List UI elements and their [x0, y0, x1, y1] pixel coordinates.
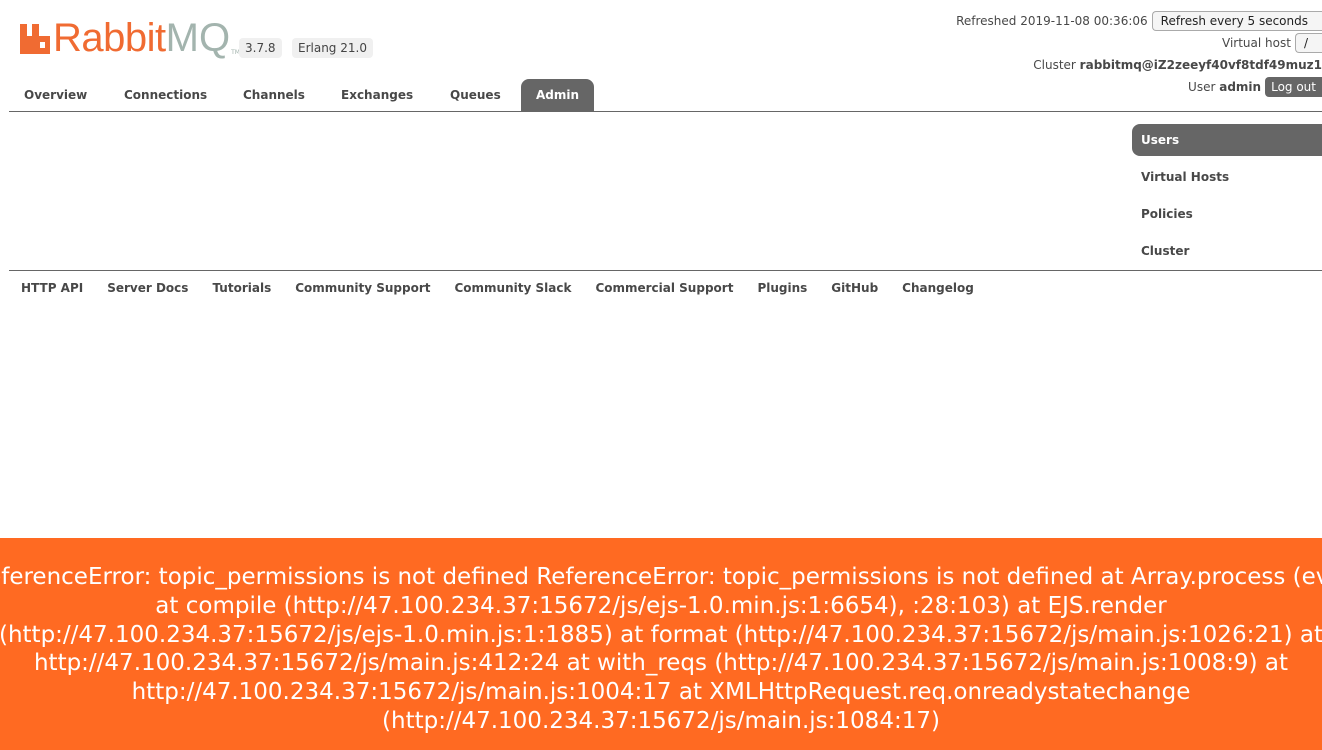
link-github[interactable]: GitHub — [831, 280, 878, 296]
logo-mq-text: MQ — [165, 16, 231, 60]
version-badge: 3.7.8 — [239, 38, 282, 58]
admin-sidebar: Users Virtual Hosts Policies Cluster — [1132, 124, 1322, 272]
tab-overview[interactable]: Overview — [9, 79, 102, 111]
main-tabs: Overview Connections Channels Exchanges … — [9, 79, 1322, 112]
tab-connections[interactable]: Connections — [109, 79, 222, 111]
link-changelog[interactable]: Changelog — [902, 280, 974, 296]
sidebar-item-policies[interactable]: Policies — [1132, 198, 1322, 230]
tab-admin[interactable]: Admin — [521, 79, 595, 111]
tab-queues[interactable]: Queues — [435, 79, 516, 111]
footer-links: HTTP API Server Docs Tutorials Community… — [21, 280, 974, 296]
vhost-label: Virtual host — [1222, 36, 1291, 50]
tab-channels[interactable]: Channels — [228, 79, 320, 111]
cluster-name: rabbitmq@iZ2zeeyf40vf8tdf49muz1 — [1079, 58, 1322, 72]
sidebar-item-virtual-hosts[interactable]: Virtual Hosts — [1132, 161, 1322, 193]
error-banner: ReferenceError: topic_permissions is not… — [0, 538, 1322, 750]
sidebar-item-users[interactable]: Users — [1132, 124, 1322, 156]
sidebar-item-cluster[interactable]: Cluster — [1132, 235, 1322, 267]
link-community-slack[interactable]: Community Slack — [454, 280, 571, 296]
refresh-select[interactable]: Refresh every 5 seconds — [1151, 11, 1322, 31]
error-message: ReferenceError: topic_permissions is not… — [0, 564, 1322, 734]
rabbit-logo-icon — [20, 24, 50, 54]
link-http-api[interactable]: HTTP API — [21, 280, 83, 296]
footer-divider — [9, 270, 1322, 271]
cluster-label: Cluster — [1033, 58, 1076, 72]
erlang-badge: Erlang 21.0 — [292, 38, 373, 58]
link-tutorials[interactable]: Tutorials — [212, 280, 271, 296]
tab-exchanges[interactable]: Exchanges — [326, 79, 428, 111]
link-community-support[interactable]: Community Support — [295, 280, 430, 296]
logo-rabbit-text: Rabbit — [53, 16, 166, 60]
link-server-docs[interactable]: Server Docs — [107, 280, 188, 296]
link-commercial-support[interactable]: Commercial Support — [595, 280, 733, 296]
vhost-select[interactable]: / — [1294, 33, 1322, 53]
link-plugins[interactable]: Plugins — [757, 280, 807, 296]
rabbitmq-logo: Rabbit MQ TM — [20, 16, 240, 60]
refreshed-label: Refreshed 2019-11-08 00:36:06 — [956, 14, 1148, 28]
